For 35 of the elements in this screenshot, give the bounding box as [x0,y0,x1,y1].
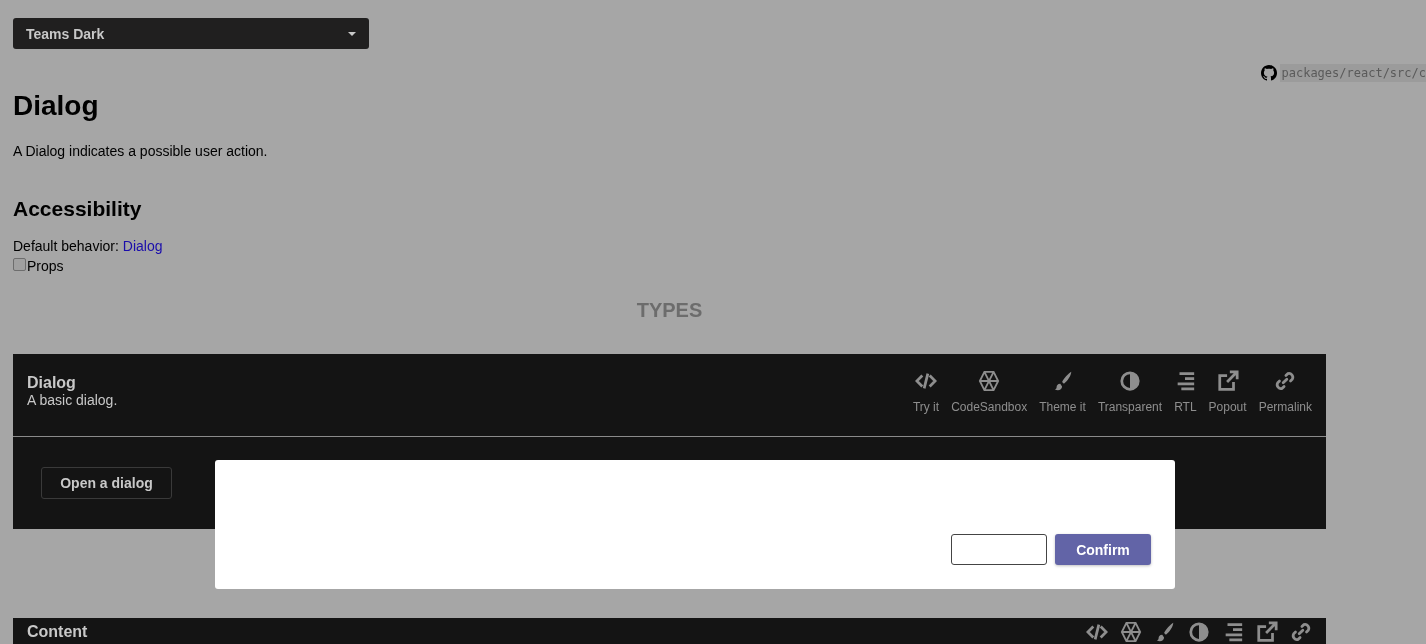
outlined-button[interactable] [951,534,1047,565]
open-dialog-button[interactable]: Open a dialog [41,467,172,499]
theme-dropdown[interactable]: Teams Dark [13,18,369,49]
code-icon [1086,621,1108,643]
example-description: A basic dialog. [27,392,118,408]
toolbar-button[interactable]: Try it [912,370,940,424]
toolbar-button[interactable]: CodeSandbox [951,370,1028,424]
toolbar-button[interactable]: Theme it [1039,370,1086,424]
toolbar-button[interactable]: Popout [1208,370,1247,424]
external-link-icon [1256,621,1278,643]
brush-icon [1154,621,1176,643]
cube-icon [978,370,1001,392]
example-title: Content [27,623,88,641]
behavior-link[interactable]: Dialog [122,237,163,255]
toolbar-button[interactable]: RTL [1174,370,1197,424]
code-icon [915,370,937,392]
cube-icon [1120,621,1142,643]
confirm-button[interactable]: Confirm [1055,534,1151,565]
section-title: Accessibility [13,196,143,222]
toolbar-button[interactable]: Permalink [1258,370,1312,424]
behavior-label: Default behavior: [13,237,119,255]
github-icon [1260,65,1277,81]
section-heading: TYPES [636,299,703,322]
link-icon [1274,370,1297,392]
page-description: A Dialog indicates a possible user action. [13,143,269,159]
external-link-icon [1216,370,1239,392]
link-icon [1290,621,1312,643]
example-title: Dialog [27,374,77,392]
caret-icon [348,31,356,36]
contrast-icon [1188,621,1210,643]
props-checkbox[interactable] [13,257,26,271]
toolbar-button[interactable]: Transparent [1097,370,1163,424]
page-title: Dialog [13,89,100,123]
contrast-icon [1119,370,1141,392]
checkbox-label: Props [27,257,64,275]
